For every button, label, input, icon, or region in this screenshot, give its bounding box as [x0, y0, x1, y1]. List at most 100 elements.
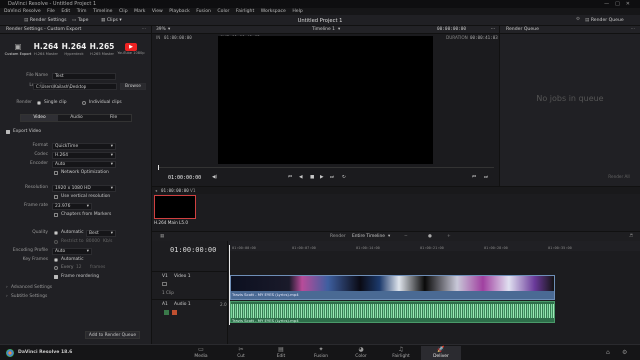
location-input[interactable]: C:\Users\Kailash\Desktop — [33, 82, 117, 90]
menu-davinci[interactable]: DaVinci Resolve — [4, 9, 41, 14]
render-all-button[interactable]: Render All — [604, 173, 634, 180]
render-range-select[interactable]: Entire Timeline — [352, 232, 385, 241]
frame-rate-select[interactable]: 23.976 ▾ — [52, 202, 92, 210]
timeline-ruler[interactable]: 01:00:00:00 01:00:07:00 01:00:14:00 01:0… — [228, 241, 640, 251]
subtitle-settings-toggle[interactable]: › Subtitle Settings — [0, 293, 152, 301]
restrict-radio[interactable] — [54, 240, 58, 244]
video-viewer[interactable] — [218, 36, 433, 164]
settings-icon[interactable]: ⚙ — [622, 349, 627, 356]
menu-edit[interactable]: Edit — [61, 9, 70, 14]
minus-icon[interactable]: − — [404, 232, 408, 241]
menu-mark[interactable]: Mark — [134, 9, 145, 14]
zoom-level[interactable]: 39% — [156, 26, 166, 34]
page-deliver[interactable]: 🚀 Deliver — [421, 346, 461, 360]
frame-reorder-checkbox[interactable] — [54, 275, 58, 279]
page-edit[interactable]: ▤ Edit — [261, 346, 301, 360]
loop-icon[interactable]: ↻ — [342, 174, 346, 182]
play-icon[interactable]: ▶ — [320, 174, 324, 182]
next-frame-icon[interactable]: ⏭ — [484, 174, 488, 182]
add-to-render-queue-button[interactable]: Add to Render Queue — [85, 331, 140, 339]
tape-button[interactable]: ▭ Tape — [72, 17, 88, 24]
menu-color[interactable]: Color — [217, 9, 229, 14]
codec-select[interactable]: H.264 ▾ — [52, 151, 116, 159]
resolution-select[interactable]: 1920 x 1080 HD ▾ — [52, 184, 116, 192]
quality-auto-radio[interactable] — [54, 231, 58, 235]
speaker-icon[interactable]: ◀) — [212, 174, 217, 182]
chevron-down-icon: ▾ — [168, 27, 171, 32]
advanced-settings-toggle[interactable]: › Advanced Settings — [0, 284, 152, 292]
tab-audio[interactable]: Audio — [58, 115, 95, 121]
in-timecode[interactable]: 01:00:00:00 — [164, 34, 192, 42]
page-fairlight[interactable]: ♫ Fairlight — [381, 346, 421, 360]
previous-frame-icon[interactable]: ⏮ — [472, 174, 476, 182]
menu-file[interactable]: File — [47, 9, 55, 14]
audio-clip[interactable]: Travis Scott - MY EYES (Lyrics).mp4 — [230, 301, 555, 323]
plus-icon[interactable]: + — [447, 232, 451, 241]
format-select[interactable]: QuickTime ▾ — [52, 142, 116, 150]
menu-view[interactable]: View — [152, 9, 163, 14]
menu-fairlight[interactable]: Fairlight — [236, 9, 254, 14]
browse-button[interactable]: Browse — [120, 82, 146, 90]
timeline-name[interactable]: Timeline 1 — [312, 26, 335, 34]
zoom-slider-handle[interactable]: ● — [428, 232, 432, 241]
single-clip-radio[interactable] — [37, 101, 41, 105]
settings-icon[interactable]: ⚙ — [576, 16, 580, 23]
chapters-row: Chapters from Markers — [0, 211, 152, 219]
more-options-icon[interactable]: ··· — [491, 26, 495, 34]
individual-clips-radio[interactable] — [82, 101, 86, 105]
keyframes-every-radio[interactable] — [54, 266, 58, 270]
audio1-name[interactable]: Audio 1 — [174, 302, 191, 307]
page-cut[interactable]: ✂ Cut — [221, 346, 261, 360]
network-opt-checkbox[interactable] — [54, 171, 58, 175]
track-lock-icon[interactable] — [162, 282, 167, 286]
preset-h264-master[interactable]: H.264 H.264 Master — [32, 42, 60, 57]
menu-playback[interactable]: Playback — [169, 9, 190, 14]
render-settings-button[interactable]: ▤ Render Settings — [24, 17, 66, 24]
page-label: Fusion — [313, 354, 329, 359]
more-options-icon[interactable]: ··· — [142, 26, 146, 34]
last-frame-icon[interactable]: ⏭ — [330, 174, 334, 182]
clip-thumbnail[interactable] — [154, 195, 196, 219]
tab-file[interactable]: File — [95, 115, 132, 121]
video1-name[interactable]: Video 1 — [174, 274, 191, 279]
vertical-res-checkbox[interactable] — [54, 195, 58, 199]
first-frame-icon[interactable]: ⏮ — [288, 174, 292, 182]
chevron-left-icon[interactable]: ◂ — [155, 187, 157, 194]
audio-meter-icon[interactable]: ♬ — [629, 232, 633, 241]
menu-help[interactable]: Help — [292, 9, 302, 14]
audio-enable-icon[interactable] — [164, 310, 169, 315]
chapters-checkbox[interactable] — [54, 213, 58, 217]
page-fusion[interactable]: ✦ Fusion — [301, 346, 341, 360]
page-media[interactable]: ▭ Media — [181, 346, 221, 360]
clips-button[interactable]: ▦ Clips ▾ — [101, 17, 122, 24]
preset-custom-export[interactable]: ▣ Custom Export — [4, 42, 32, 57]
quality-select[interactable]: Best ▾ — [86, 229, 116, 237]
export-video-checkbox[interactable] — [6, 130, 10, 134]
encoding-profile-select[interactable]: Auto ▾ — [52, 247, 92, 255]
scrubber-bar[interactable] — [158, 165, 494, 170]
home-icon[interactable]: ⌂ — [606, 349, 610, 356]
menu-clip[interactable]: Clip — [119, 9, 128, 14]
preset-h265-master[interactable]: H.265 H.265 Master — [88, 42, 116, 57]
audio-mute-icon[interactable] — [172, 310, 177, 315]
preset-hyperdeck[interactable]: H.264 Hyperdeck — [60, 42, 88, 57]
scrubber-playhead[interactable] — [158, 165, 159, 170]
render-queue-button[interactable]: ▤ Render Queue — [585, 17, 624, 24]
encoder-select[interactable]: Auto ▾ — [52, 160, 116, 168]
stop-icon[interactable]: ■ — [310, 174, 314, 182]
window-controls[interactable]: —□✕ — [604, 0, 636, 8]
keyframes-auto-radio[interactable] — [54, 258, 58, 262]
every-value[interactable]: 12 — [76, 264, 82, 272]
page-color[interactable]: ◕ Color — [341, 346, 381, 360]
menu-fusion[interactable]: Fusion — [196, 9, 211, 14]
rewind-icon[interactable]: ◀ — [299, 174, 303, 182]
tab-video[interactable]: Video — [21, 115, 58, 121]
more-options-icon[interactable]: ··· — [631, 26, 635, 34]
timeline-view-icon[interactable]: ▦ — [160, 232, 164, 241]
menu-timeline[interactable]: Timeline — [93, 9, 113, 14]
preset-youtube[interactable]: ▶ YouTube 1080p — [117, 42, 145, 56]
menu-trim[interactable]: Trim — [77, 9, 87, 14]
menu-workspace[interactable]: Workspace — [261, 9, 286, 14]
file-name-input[interactable]: Test — [52, 72, 116, 80]
video-clip[interactable]: Travis Scott - MY EYES (Lyrics).mp4 — [230, 275, 555, 300]
